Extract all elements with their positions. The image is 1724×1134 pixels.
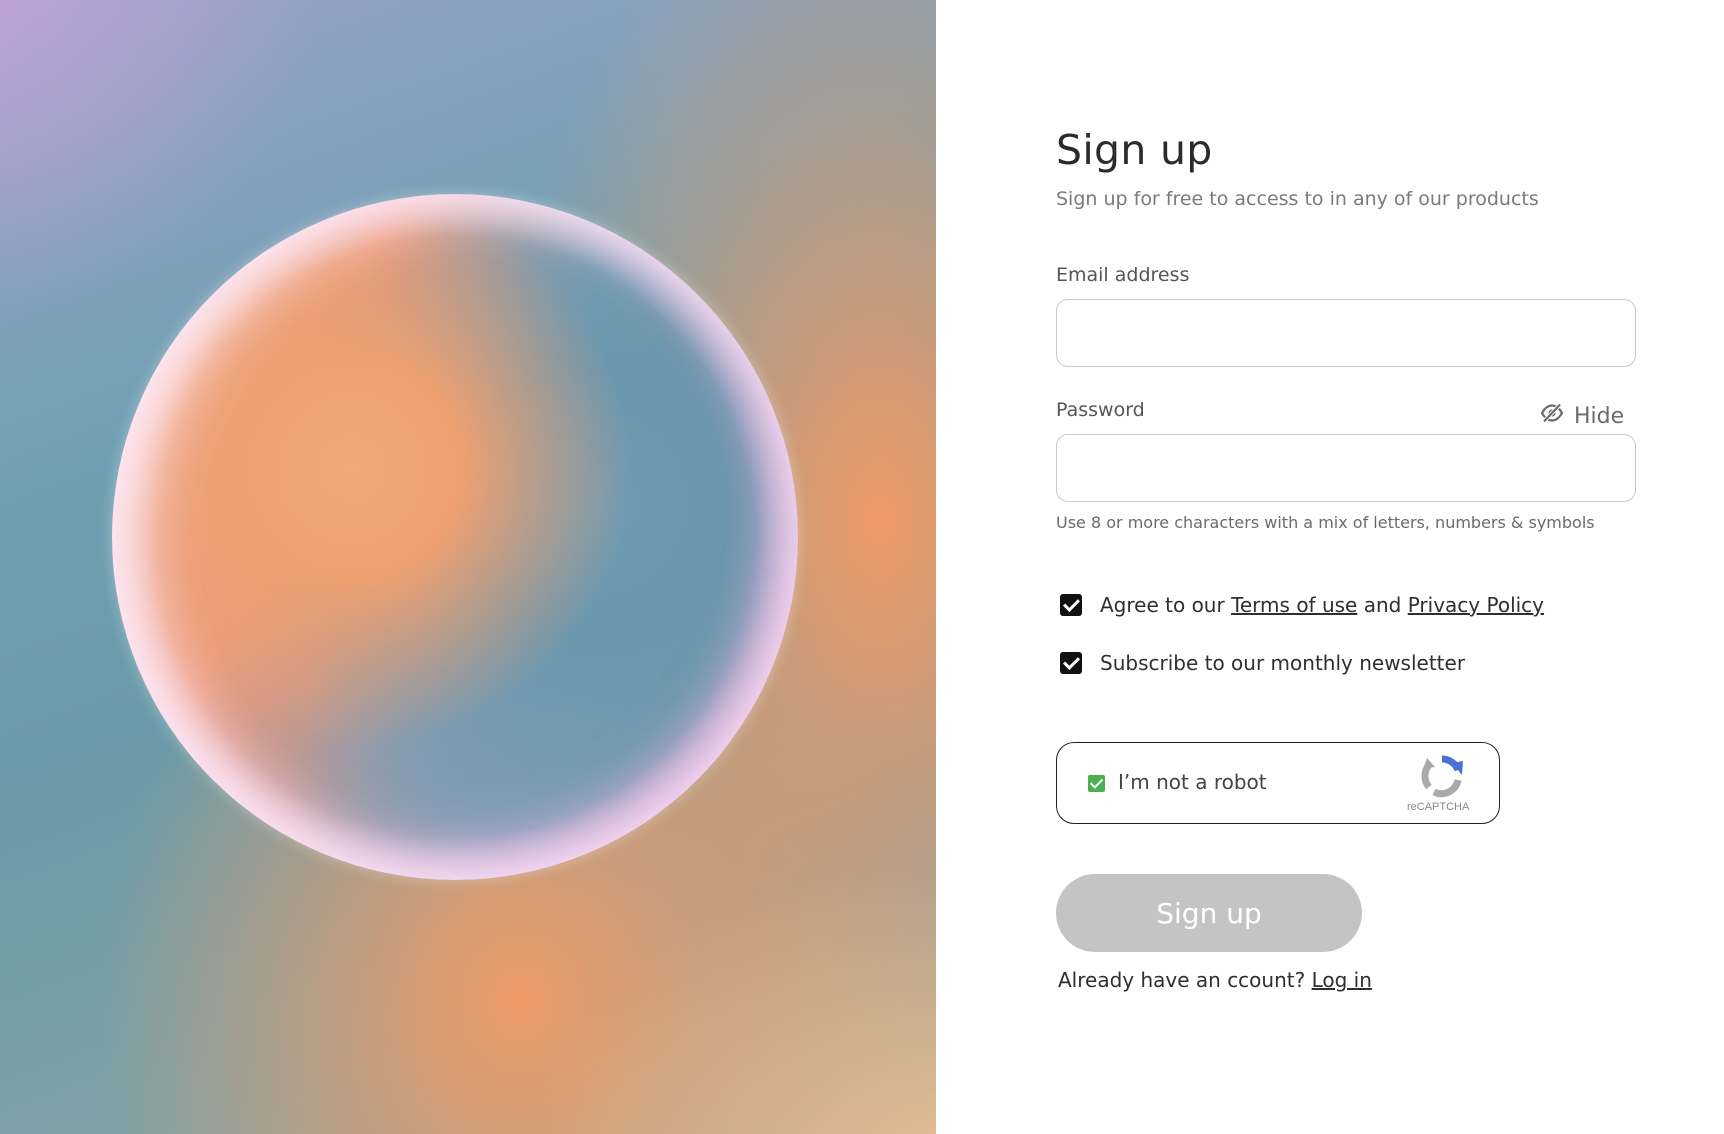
password-label: Password [1056,399,1145,421]
terms-row: Agree to our Terms of use and Privacy Po… [1060,593,1544,617]
terms-middle: and [1363,593,1402,617]
eye-slash-icon [1540,403,1564,429]
newsletter-label: Subscribe to our monthly newsletter [1100,651,1466,675]
email-label: Email address [1056,264,1190,286]
terms-of-use-link[interactable]: Terms of use [1231,593,1357,617]
page-title: Sign up [1056,126,1213,174]
login-prompt-row: Already have an ccount? Log in [1058,968,1372,992]
captcha-label: I’m not a robot [1118,770,1267,794]
email-input[interactable] [1056,299,1636,367]
sign-up-button[interactable]: Sign up [1056,874,1362,952]
terms-checkbox[interactable] [1060,594,1082,616]
page-subtitle: Sign up for free to access to in any of … [1056,188,1539,210]
terms-prefix: Agree to our [1100,593,1225,617]
password-visibility-toggle[interactable]: Hide [1540,402,1624,430]
newsletter-checkbox[interactable] [1060,652,1082,674]
privacy-policy-link[interactable]: Privacy Policy [1408,593,1544,617]
password-hint: Use 8 or more characters with a mix of l… [1056,513,1595,532]
gradient-orb [112,194,798,880]
captcha-brand: reCAPTCHA [1407,801,1470,813]
hide-label: Hide [1574,403,1625,429]
captcha-checkbox[interactable] [1088,775,1105,792]
login-prompt: Already have an ccount? [1058,968,1306,992]
recaptcha-widget: I’m not a robot reCAPTCHA [1056,742,1500,824]
hero-art [0,0,936,1134]
signup-form: Sign up Sign up for free to access to in… [1056,0,1656,1134]
log-in-link[interactable]: Log in [1312,968,1372,992]
newsletter-row: Subscribe to our monthly newsletter [1060,651,1465,675]
terms-text: Agree to our Terms of use and Privacy Po… [1100,593,1544,617]
recaptcha-icon [1417,753,1467,799]
password-input[interactable] [1056,434,1636,502]
